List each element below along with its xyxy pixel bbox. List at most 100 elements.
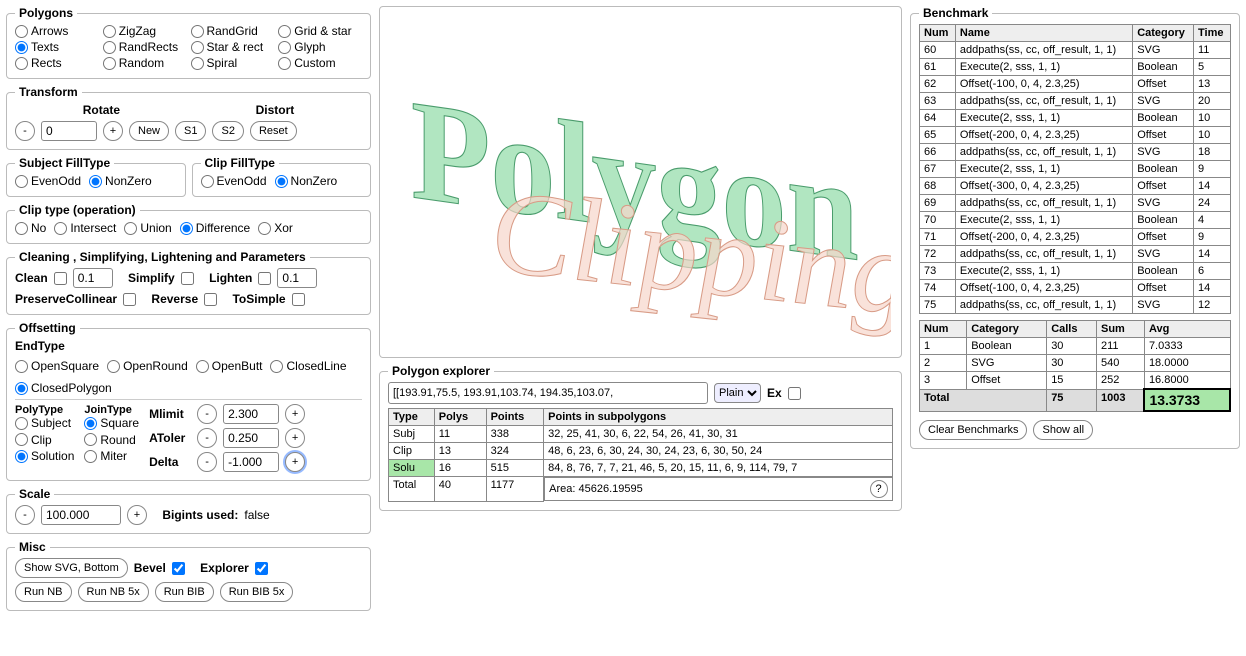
polygons-option-radio-zigzag[interactable] [103, 25, 116, 38]
delta-input[interactable] [223, 452, 279, 472]
atoler-plus-button[interactable]: + [285, 428, 305, 448]
clip-fill-option-evenodd[interactable]: EvenOdd [201, 174, 267, 188]
reverse-checkbox[interactable] [204, 293, 217, 306]
endtype-option-radio-openround[interactable] [107, 360, 120, 373]
ex-checkbox[interactable] [788, 387, 801, 400]
polygons-option-radio-custom[interactable] [278, 57, 291, 70]
endtype-option-closedline[interactable]: ClosedLine [270, 359, 346, 373]
cliptype-option-no[interactable]: No [15, 221, 46, 235]
polytype-option-clip[interactable]: Clip [15, 433, 52, 447]
tosimple-checkbox[interactable] [292, 293, 305, 306]
polygons-option-spiral[interactable]: Spiral [191, 56, 275, 70]
run-nb5-button[interactable]: Run NB 5x [78, 582, 149, 602]
clip-fill-option-radio-nonzero[interactable] [275, 175, 288, 188]
mlimit-minus-button[interactable]: - [197, 404, 217, 424]
run-bib-button[interactable]: Run BIB [155, 582, 214, 602]
delta-plus-button[interactable]: + [285, 452, 305, 472]
polygons-option-radio-glyph[interactable] [278, 41, 291, 54]
subject-fill-option-evenodd[interactable]: EvenOdd [15, 174, 81, 188]
cliptype-option-union[interactable]: Union [124, 221, 171, 235]
jointype-option-round[interactable]: Round [84, 433, 135, 447]
new-button[interactable]: New [129, 121, 169, 141]
polygons-option-texts[interactable]: Texts [15, 40, 99, 54]
show-all-button[interactable]: Show all [1033, 420, 1093, 440]
show-svg-button[interactable]: Show SVG, Bottom [15, 558, 128, 578]
subject-fill-option-nonzero[interactable]: NonZero [89, 174, 152, 188]
rotate-plus-button[interactable]: + [103, 121, 123, 141]
lighten-input[interactable] [277, 268, 317, 288]
mlimit-input[interactable] [223, 404, 279, 424]
endtype-option-radio-opensquare[interactable] [15, 360, 28, 373]
polygons-option-glyph[interactable]: Glyph [278, 40, 362, 54]
cliptype-option-radio-intersect[interactable] [54, 222, 67, 235]
preserve-checkbox[interactable] [123, 293, 136, 306]
rotate-input[interactable] [41, 121, 97, 141]
clip-fill-option-nonzero[interactable]: NonZero [275, 174, 338, 188]
endtype-option-radio-closedpolygon[interactable] [15, 382, 28, 395]
cliptype-option-radio-difference[interactable] [180, 222, 193, 235]
cliptype-option-radio-union[interactable] [124, 222, 137, 235]
cliptype-option-xor[interactable]: Xor [258, 221, 293, 235]
rotate-minus-button[interactable]: - [15, 121, 35, 141]
polygons-option-rects[interactable]: Rects [15, 56, 99, 70]
polygons-option-custom[interactable]: Custom [278, 56, 362, 70]
endtype-option-radio-openbutt[interactable] [196, 360, 209, 373]
explorer-input[interactable] [388, 382, 708, 404]
jointype-option-miter[interactable]: Miter [84, 449, 127, 463]
cliptype-option-intersect[interactable]: Intersect [54, 221, 116, 235]
scale-plus-button[interactable]: + [127, 505, 147, 525]
polygons-option-radio-spiral[interactable] [191, 57, 204, 70]
endtype-option-opensquare[interactable]: OpenSquare [15, 359, 99, 373]
s1-button[interactable]: S1 [175, 121, 206, 141]
reset-button[interactable]: Reset [250, 121, 297, 141]
endtype-option-closedpolygon[interactable]: ClosedPolygon [15, 381, 112, 395]
s2-button[interactable]: S2 [212, 121, 243, 141]
atoler-input[interactable] [223, 428, 279, 448]
clip-fill-option-radio-evenodd[interactable] [201, 175, 214, 188]
cliptype-option-radio-xor[interactable] [258, 222, 271, 235]
help-button[interactable]: ? [870, 480, 888, 498]
polygons-option-radio-star-rect[interactable] [191, 41, 204, 54]
canvas-area[interactable]: Polygon Clipping [379, 6, 902, 358]
atoler-minus-button[interactable]: - [197, 428, 217, 448]
polygons-option-radio-grid-star[interactable] [278, 25, 291, 38]
delta-minus-button[interactable]: - [197, 452, 217, 472]
bevel-checkbox[interactable] [172, 562, 185, 575]
polygons-option-star-rect[interactable]: Star & rect [191, 40, 275, 54]
run-nb-button[interactable]: Run NB [15, 582, 72, 602]
endtype-option-openround[interactable]: OpenRound [107, 359, 188, 373]
polygons-option-radio-random[interactable] [103, 57, 116, 70]
endtype-option-radio-closedline[interactable] [270, 360, 283, 373]
lighten-checkbox[interactable] [258, 272, 271, 285]
polygons-option-randgrid[interactable]: RandGrid [191, 24, 275, 38]
subject-fill-option-radio-evenodd[interactable] [15, 175, 28, 188]
simplify-checkbox[interactable] [181, 272, 194, 285]
cliptype-option-difference[interactable]: Difference [180, 221, 250, 235]
cliptype-option-radio-no[interactable] [15, 222, 28, 235]
polygons-option-radio-arrows[interactable] [15, 25, 28, 38]
explorer-select[interactable]: Plain [714, 383, 761, 403]
polygons-option-arrows[interactable]: Arrows [15, 24, 99, 38]
run-bib5-button[interactable]: Run BIB 5x [220, 582, 294, 602]
polytype-option-solution[interactable]: Solution [15, 449, 74, 463]
polytype-option-subject[interactable]: Subject [15, 416, 71, 430]
mlimit-plus-button[interactable]: + [285, 404, 305, 424]
clear-benchmarks-button[interactable]: Clear Benchmarks [919, 420, 1027, 440]
polygons-option-random[interactable]: Random [103, 56, 187, 70]
polygons-option-radio-rects[interactable] [15, 57, 28, 70]
jointype-option-square[interactable]: Square [84, 416, 139, 430]
benchmark-row: 70Execute(2, sss, 1, 1)Boolean4 [920, 212, 1231, 229]
polygons-option-radio-randgrid[interactable] [191, 25, 204, 38]
clean-checkbox[interactable] [54, 272, 67, 285]
polygons-option-grid-star[interactable]: Grid & star [278, 24, 362, 38]
subject-fill-option-radio-nonzero[interactable] [89, 175, 102, 188]
polygons-option-zigzag[interactable]: ZigZag [103, 24, 187, 38]
polygons-option-radio-randrects[interactable] [103, 41, 116, 54]
polygons-option-randrects[interactable]: RandRects [103, 40, 187, 54]
endtype-option-openbutt[interactable]: OpenButt [196, 359, 263, 373]
explorer-checkbox[interactable] [255, 562, 268, 575]
clean-input[interactable] [73, 268, 113, 288]
scale-minus-button[interactable]: - [15, 505, 35, 525]
polygons-option-radio-texts[interactable] [15, 41, 28, 54]
scale-input[interactable] [41, 505, 121, 525]
